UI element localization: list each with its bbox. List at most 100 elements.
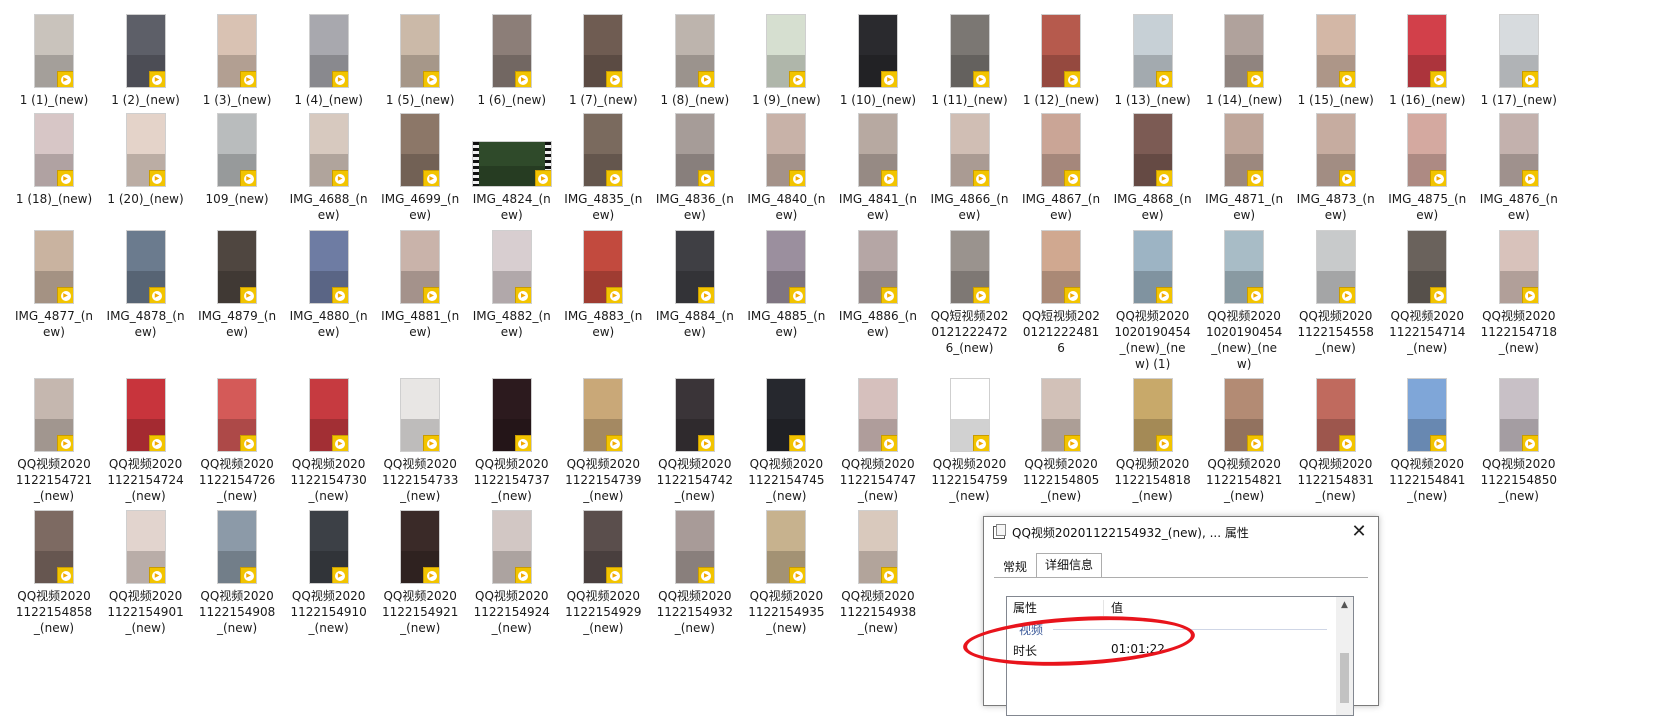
file-item[interactable]: ▶ IMG_4886_(new) [838,230,918,340]
column-header-property[interactable]: 属性 [1013,597,1037,619]
file-item[interactable]: ▶ IMG_4871_(new) [1204,113,1284,223]
column-header-value[interactable]: 值 [1111,597,1123,619]
file-item[interactable]: ▶ QQ视频20201122154929_(new) [563,510,643,636]
file-item[interactable]: ▶ QQ视频20201122154747_(new) [838,378,918,504]
file-item[interactable]: ▶ 1 (7)_(new) [563,14,643,108]
file-item[interactable]: ▶ IMG_4840_(new) [746,113,826,223]
details-list[interactable]: 属性 值 视频 时长 01:01:22 ▲ [1006,596,1354,716]
file-item[interactable]: ▶ 1 (15)_(new) [1296,14,1376,108]
file-name: 1 (1)_(new) [19,93,89,107]
file-item[interactable]: ▶ IMG_4884_(new) [655,230,735,340]
file-item[interactable]: ▶ QQ视频20201122154718_(new) [1479,230,1559,356]
file-item[interactable]: ▶ QQ视频20201122154921_(new) [380,510,460,636]
file-item[interactable]: ▶ IMG_4835_(new) [563,113,643,223]
player-badge-icon: ▶ [331,71,348,87]
file-item[interactable]: ▶ IMG_4867_(new) [1021,113,1101,223]
file-item[interactable]: ▶ 1 (8)_(new) [655,14,735,108]
scrollbar-thumb[interactable] [1340,653,1349,703]
file-item[interactable]: ▶ 109_(new) [197,113,277,207]
file-item[interactable]: ▶ IMG_4699_(new) [380,113,460,223]
file-item[interactable]: ▶ QQ视频20201122154924_(new) [472,510,552,636]
file-item[interactable]: ▶ IMG_4873_(new) [1296,113,1376,223]
file-item[interactable]: ▶ 1 (13)_(new) [1113,14,1193,108]
file-item[interactable]: ▶ IMG_4688_(new) [289,113,369,223]
file-item[interactable]: ▶ IMG_4882_(new) [472,230,552,340]
file-item[interactable]: ▶ QQ视频20201122154818_(new) [1113,378,1193,504]
file-item[interactable]: ▶ 1 (11)_(new) [930,14,1010,108]
file-item[interactable]: ▶ IMG_4883_(new) [563,230,643,340]
file-item[interactable]: ▶ 1 (1)_(new) [14,14,94,108]
file-item[interactable]: ▶ QQ短视频20201212224816 [1021,230,1101,356]
close-button[interactable]: ✕ [1348,521,1370,543]
file-item[interactable]: ▶ IMG_4824_(new) [471,113,552,223]
file-item[interactable]: ▶ QQ视频20201122154850_(new) [1479,378,1559,504]
file-item[interactable]: ▶ QQ视频20201122154858_(new) [14,510,94,636]
file-item[interactable]: ▶ QQ视频20201122154759_(new) [930,378,1010,504]
file-item[interactable]: ▶ 1 (18)_(new) [14,113,94,207]
file-item[interactable]: ▶ QQ视频20201122154739_(new) [563,378,643,504]
file-item[interactable]: ▶ IMG_4879_(new) [197,230,277,340]
file-item[interactable]: ▶ 1 (14)_(new) [1204,14,1284,108]
file-item[interactable]: ▶ IMG_4885_(new) [746,230,826,340]
file-item[interactable]: ▶ QQ视频20201122154726_(new) [197,378,277,504]
file-item[interactable]: ▶ IMG_4836_(new) [655,113,735,223]
file-item[interactable]: ▶ IMG_4866_(new) [930,113,1010,223]
file-item[interactable]: ▶ QQ视频20201020190454_(new)_(new) (1) [1113,230,1193,372]
player-badge-icon: ▶ [1247,435,1264,451]
file-item[interactable]: ▶ IMG_4878_(new) [106,230,186,340]
player-badge-icon: ▶ [1521,435,1538,451]
file-item[interactable]: ▶ QQ视频20201122154733_(new) [380,378,460,504]
file-item[interactable]: ▶ IMG_4841_(new) [838,113,918,223]
file-item[interactable]: ▶ QQ视频20201122154935_(new) [746,510,826,636]
scroll-up-arrow-icon[interactable]: ▲ [1336,597,1353,614]
file-item[interactable]: ▶ 1 (10)_(new) [838,14,918,108]
file-item[interactable]: ▶ QQ视频20201122154831_(new) [1296,378,1376,504]
player-badge-icon: ▶ [148,435,165,451]
file-item[interactable]: ▶ QQ视频20201122154805_(new) [1021,378,1101,504]
file-item[interactable]: ▶ IMG_4877_(new) [14,230,94,340]
file-item[interactable]: ▶ QQ视频20201122154714_(new) [1387,230,1467,356]
file-item[interactable]: ▶ QQ视频20201122154932_(new) [655,510,735,636]
file-item[interactable]: ▶ IMG_4881_(new) [380,230,460,340]
file-name: QQ视频20201122154759_(new) [931,457,1008,503]
dialog-titlebar[interactable]: QQ视频20201122154932_(new), ... 属性 ✕ [984,517,1378,547]
file-item[interactable]: ▶ 1 (9)_(new) [746,14,826,108]
file-item[interactable]: ▶ QQ视频20201122154730_(new) [289,378,369,504]
tab-general[interactable]: 常规 [994,555,1036,577]
file-item[interactable]: ▶ QQ视频20201122154841_(new) [1387,378,1467,504]
file-item[interactable]: ▶ QQ视频20201122154821_(new) [1204,378,1284,504]
file-item[interactable]: ▶ 1 (12)_(new) [1021,14,1101,108]
column-divider[interactable] [1103,600,1104,616]
file-item[interactable]: ▶ 1 (16)_(new) [1387,14,1467,108]
file-item[interactable]: ▶ QQ视频20201122154745_(new) [746,378,826,504]
tab-details[interactable]: 详细信息 [1036,553,1103,578]
file-item[interactable]: ▶ QQ短视频20201212224726_(new) [930,230,1010,356]
file-item[interactable]: ▶ IMG_4880_(new) [289,230,369,340]
file-item[interactable]: ▶ QQ视频20201122154724_(new) [106,378,186,504]
file-item[interactable]: ▶ QQ视频20201122154742_(new) [655,378,735,504]
file-item[interactable]: ▶ QQ视频20201122154737_(new) [472,378,552,504]
file-item[interactable]: ▶ QQ视频20201122154721_(new) [14,378,94,504]
file-item[interactable]: ▶ 1 (2)_(new) [106,14,186,108]
file-item[interactable]: ▶ 1 (5)_(new) [380,14,460,108]
file-item[interactable]: ▶ QQ视频20201122154558_(new) [1296,230,1376,356]
details-row-duration[interactable]: 时长 01:01:22 [1013,642,1165,659]
file-item[interactable]: ▶ 1 (20)_(new) [106,113,186,207]
player-badge-icon: ▶ [148,287,165,303]
file-item[interactable]: ▶ QQ视频20201122154901_(new) [106,510,186,636]
video-thumbnail: ▶ [674,14,715,88]
file-item[interactable]: ▶ QQ视频20201122154908_(new) [197,510,277,636]
file-item[interactable]: ▶ IMG_4876_(new) [1479,113,1559,223]
file-item[interactable]: ▶ 1 (17)_(new) [1479,14,1559,108]
details-scrollbar[interactable]: ▲ [1336,597,1353,715]
file-item[interactable]: ▶ QQ视频20201020190454_(new)_(new) [1204,230,1284,372]
file-item[interactable]: ▶ QQ视频20201122154910_(new) [289,510,369,636]
file-item[interactable]: ▶ 1 (3)_(new) [197,14,277,108]
file-item[interactable]: ▶ QQ视频20201122154938_(new) [838,510,918,636]
file-item[interactable]: ▶ 1 (6)_(new) [472,14,552,108]
file-item[interactable]: ▶ IMG_4868_(new) [1113,113,1193,223]
video-thumbnail: ▶ [217,14,258,88]
player-badge-icon: ▶ [57,567,73,583]
file-item[interactable]: ▶ IMG_4875_(new) [1387,113,1467,223]
file-item[interactable]: ▶ 1 (4)_(new) [289,14,369,108]
